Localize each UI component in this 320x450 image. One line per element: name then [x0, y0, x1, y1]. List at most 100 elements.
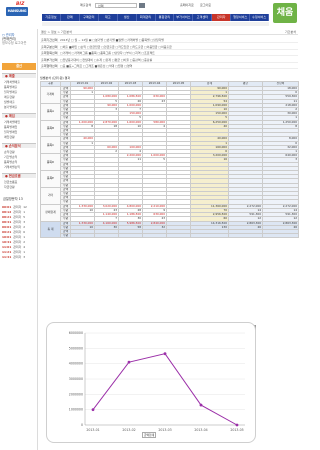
visitor-name: 관리자	[13, 230, 22, 234]
filter-label: 출력항목선택	[41, 51, 58, 55]
visitor-time: 11:21	[2, 250, 12, 254]
nav-item[interactable]: 구매관리	[80, 14, 99, 21]
breadcrumb: 결산 > 정보 > 기간분석 기간분석	[40, 30, 298, 35]
sub-nav-bar	[42, 22, 269, 26]
nav-item[interactable]: 부가서비스	[174, 14, 194, 21]
visitor-time: 11:01	[2, 245, 12, 249]
data-point[interactable]	[199, 403, 203, 407]
visitor-count: 5	[23, 215, 26, 219]
table-cell	[228, 233, 263, 239]
filter-row: 출력항목선택 □거래처 □거래처그룹 ■품목 □품목그룹 □담당자 □부서 □지역…	[40, 50, 298, 56]
sidebar-item-label: 일자별매출	[4, 90, 18, 94]
nav-item[interactable]: 생산	[118, 14, 137, 21]
filter-options[interactable]: 2013년 □ 월 ~ 12월 ▣ □분기별 □반기별 ■월별 □거래처별 □품…	[60, 37, 296, 43]
nav-item[interactable]: 회계관리	[137, 14, 156, 21]
table-cell	[94, 233, 119, 239]
data-point[interactable]	[235, 423, 239, 427]
sidebar-item[interactable]: 품목별손익	[4, 160, 36, 164]
nav-item[interactable]: 재고	[99, 14, 118, 21]
sidebar-item-label: 거래처별매입	[4, 120, 20, 124]
visitor-time: 09:01	[2, 225, 12, 229]
visitor-name: 관리자	[13, 255, 22, 259]
brand-logo[interactable]: 채움	[273, 3, 297, 23]
user-links[interactable]: 정보수정 로그아웃	[2, 41, 36, 45]
visitor-time: 09:21	[2, 230, 12, 234]
filter-row: 출력형태선택 □표 ■표+그래프 □그래프 ■꺾은선 □막대 □원형 □영역	[40, 63, 298, 69]
sidebar-item-label: 자금현황	[4, 185, 15, 189]
sidebar-item[interactable]: 현금흐름표	[4, 180, 36, 184]
logo-mark: HANSUNG	[6, 7, 28, 16]
visitor-name: 관리자	[13, 240, 22, 244]
nav-item[interactable]: 기준정보	[42, 14, 61, 21]
sidebar-section-title[interactable]: ● 매출	[2, 73, 36, 78]
sidebar-item[interactable]: 기간별손익	[4, 155, 36, 159]
visitor-time: 08:21	[2, 215, 12, 219]
sidebar-item[interactable]: 거래처별매출	[4, 80, 36, 84]
visitor-name: 관리자	[13, 225, 22, 229]
filter-options[interactable]: □표 ■표+그래프 □그래프 ■꺾은선 □막대 □원형 □영역	[60, 63, 296, 69]
chart-legend: 금액합계	[142, 432, 156, 438]
sidebar-item[interactable]: 거래처별손익	[4, 165, 36, 169]
filter-row: 출력기간선택 2013년 □ 월 ~ 12월 ▣ □분기별 □반기별 ■월별 □거…	[40, 37, 298, 43]
filter-panel: 출력기간선택 2013년 □ 월 ~ 12월 ▣ □분기별 □반기별 ■월별 □거…	[40, 37, 298, 70]
sidebar-section-label: ● 현금흐름	[5, 174, 21, 178]
table-cell	[262, 233, 299, 239]
sidebar-active-menu[interactable]: 결산	[2, 63, 36, 70]
sidebar-item[interactable]: 손익현황	[4, 150, 36, 154]
search-button[interactable]	[139, 3, 145, 8]
sidebar-item[interactable]: 품목별매출	[4, 85, 36, 89]
nav-item[interactable]: 수정서비스	[250, 14, 270, 21]
sidebar-item-label: 매입현황	[4, 135, 15, 139]
sidebar-item[interactable]: 자금현황	[4, 185, 36, 189]
data-point[interactable]	[127, 360, 131, 364]
filter-row: 출력부가선택 □전년동기대비 □전월대비 □누계 □합계 □평균 □비율 □증감액…	[40, 57, 298, 63]
table-row: 수량	[41, 233, 299, 239]
filter-options[interactable]: □매출 ■매입 □손익 □현금입금 □현금출금 □카드입금 □카드출금 □어음입…	[60, 44, 296, 50]
filter-label: 출력기간선택	[41, 38, 58, 42]
visitor-time: 11:41	[2, 255, 12, 259]
sidebar-item-label: 품목별손익	[4, 160, 18, 164]
data-point[interactable]	[163, 352, 167, 356]
sidebar-item[interactable]: 매입현황	[4, 135, 36, 139]
nav-item[interactable]: 행정서비스	[231, 14, 251, 21]
sidebar-section-title[interactable]: ● 현금흐름	[2, 173, 36, 178]
filter-options[interactable]: □거래처 □거래처그룹 ■품목 □품목그룹 □담당자 □부서 □지역 □프로젝트	[60, 50, 296, 56]
visitor-name: 관리자	[13, 245, 22, 249]
table-body: 거래처 금액 90,000 90,000 18,000 수량 1 1 0 금액 1,080,000 1…	[40, 85, 299, 239]
table-cell	[190, 233, 229, 239]
visitor-row[interactable]: 11:41 관리자 3	[2, 255, 36, 260]
sidebar-item-label: 분기별매출	[4, 105, 18, 109]
sidebar-section-title[interactable]: ● 손익분석	[2, 143, 36, 148]
sidebar-item[interactable]: 거래처별매입	[4, 120, 36, 124]
filter-row: 출력구분선택 □매출 ■매입 □손익 □현금입금 □현금출금 □카드입금 □카드출…	[40, 44, 298, 50]
search-input[interactable]: 선택	[95, 3, 137, 8]
search-value: 선택	[98, 4, 104, 8]
nav-item[interactable]: 판매	[61, 14, 80, 21]
row-group-label: 기타	[40, 186, 61, 205]
sidebar-item[interactable]: 일자별매출	[4, 90, 36, 94]
visitor-list: 00:01 관리자 12 08:12 관리자 1 08:21 관리자 5 08:41 관리자 3 09:…	[2, 205, 36, 260]
logo[interactable]: BIZ HANSUNG	[6, 2, 28, 20]
sidebar-item[interactable]: 매출현황	[4, 95, 36, 99]
y-tick-label: 4000000	[69, 362, 83, 366]
table-cell	[142, 233, 167, 239]
sidebar-item-label: 거래처별매출	[4, 80, 20, 84]
data-point[interactable]	[91, 408, 95, 412]
nav-item[interactable]: 관리자	[212, 14, 232, 21]
filter-options[interactable]: □전년동기대비 □전월대비 □누계 □합계 □평균 □비율 □증감액 □증감률	[60, 57, 296, 63]
visitor-name: 관리자	[13, 220, 22, 224]
visitor-name: 관리자	[13, 235, 22, 239]
sidebar-section-title[interactable]: ● 매입	[2, 113, 36, 118]
nav-item[interactable]: 고객센터	[193, 14, 213, 21]
sidebar-item[interactable]: 분기별매출	[4, 105, 36, 109]
visitor-count: 1	[23, 210, 26, 214]
sidebar-item[interactable]: 품목별매입	[4, 125, 36, 129]
home-link[interactable]: 홈페이지로	[180, 3, 194, 8]
nav-item[interactable]: 통합관리	[156, 14, 175, 21]
logout-link[interactable]: 로그아웃	[200, 3, 211, 8]
y-tick-label: 1000000	[69, 408, 83, 412]
sidebar-item[interactable]: 월별매출	[4, 100, 36, 104]
sidebar-item-label: 일자별매입	[4, 130, 18, 134]
visitor-time: 00:01	[2, 205, 12, 209]
sidebar-item[interactable]: 일자별매입	[4, 130, 36, 134]
